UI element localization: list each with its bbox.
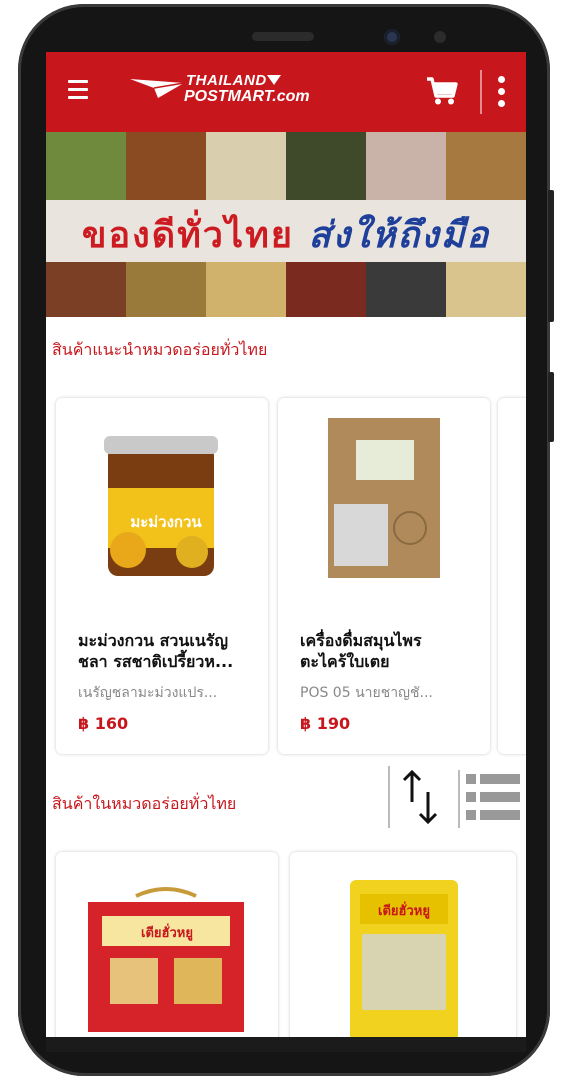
- banner-food-tile: [206, 132, 286, 200]
- snack-box-label: เตียฮั่วหยู: [141, 926, 193, 941]
- volume-button: [548, 372, 554, 442]
- banner-food-tile: [46, 262, 126, 317]
- proximity-sensor: [434, 31, 446, 43]
- banner-food-tile: [206, 262, 286, 317]
- header-divider: [480, 70, 482, 114]
- kebab-menu-icon[interactable]: [498, 76, 506, 110]
- list-view-icon[interactable]: [458, 770, 524, 828]
- banner-food-tile: [286, 132, 366, 200]
- product-image-herbal-drink: [328, 418, 440, 578]
- banner-food-tile: [446, 262, 526, 317]
- product-card[interactable]: เตียฮั่วหยู: [56, 852, 278, 1052]
- thailand-postmart-logo[interactable]: THAILAND POSTMART.com: [128, 70, 328, 114]
- banner-food-tile: [446, 132, 526, 200]
- power-button: [548, 190, 554, 322]
- logo-text-line2: POSTMART.com: [184, 88, 310, 105]
- product-card[interactable]: เครื่องดื่มสมุนไพร ตะไคร้ใบเตย POS 05 นา…: [278, 398, 490, 754]
- front-camera: [384, 29, 400, 45]
- product-seller: POS 05 นายชาญชั...: [300, 685, 433, 701]
- product-price: ฿ 190: [300, 714, 351, 733]
- product-card-partial[interactable]: [498, 398, 526, 754]
- banner-slogan-red: ของดีทั่วไทย: [81, 215, 294, 256]
- product-seller: เนรัญชลามะม่วงแปร...: [78, 685, 218, 701]
- product-price: ฿ 160: [78, 714, 129, 733]
- app-screen: THAILAND POSTMART.com ของดีทั่วไทย ส่งให…: [46, 52, 526, 1052]
- product-image-mango-jar: [104, 436, 218, 576]
- mango-package-label: มะม่วงกวน: [130, 513, 202, 531]
- recommended-section-title: สินค้าแนะนำหมวดอร่อยทั่วไทย: [52, 340, 268, 359]
- banner-slogan-blue: ส่งให้ถึงมือ: [308, 215, 491, 256]
- hamburger-icon[interactable]: [68, 80, 88, 102]
- logo-text-line1: THAILAND: [186, 72, 267, 89]
- app-header: THAILAND POSTMART.com: [46, 52, 526, 132]
- banner-food-tile: [366, 132, 446, 200]
- banner-food-tile: [366, 262, 446, 317]
- product-name: เครื่องดื่มสมุนไพร ตะไคร้ใบเตย: [300, 631, 422, 671]
- logo-check-icon: [267, 75, 281, 85]
- product-card[interactable]: เตียฮั่วหยู: [290, 852, 516, 1052]
- cart-icon[interactable]: [426, 76, 458, 106]
- banner-food-tile: [46, 132, 126, 200]
- logo-wing-icon: [130, 79, 185, 98]
- product-card[interactable]: มะม่วงกวน มะม่วงกวน สวนเนรัญชลา รสชาติเป…: [56, 398, 268, 754]
- phone-speaker: [252, 32, 314, 41]
- sort-icon[interactable]: [388, 766, 450, 828]
- product-name: มะม่วงกวน สวนเนรัญชลา รสชาติเปรี้ยวห...: [78, 631, 234, 671]
- bottom-bezel-edge: [46, 1037, 526, 1052]
- banner-food-tile: [126, 262, 206, 317]
- banner-slogan: ของดีทั่วไทย ส่งให้ถึงมือ: [46, 206, 526, 263]
- banner-food-tile: [286, 262, 366, 317]
- category-section-title: สินค้าในหมวดอร่อยทั่วไทย: [52, 794, 237, 813]
- snack-bag-label: เตียฮั่วหยู: [378, 904, 430, 919]
- banner-food-tile: [126, 132, 206, 200]
- product-image-snack-box: [88, 887, 244, 1032]
- promo-banner[interactable]: ของดีทั่วไทย ส่งให้ถึงมือ: [46, 132, 526, 317]
